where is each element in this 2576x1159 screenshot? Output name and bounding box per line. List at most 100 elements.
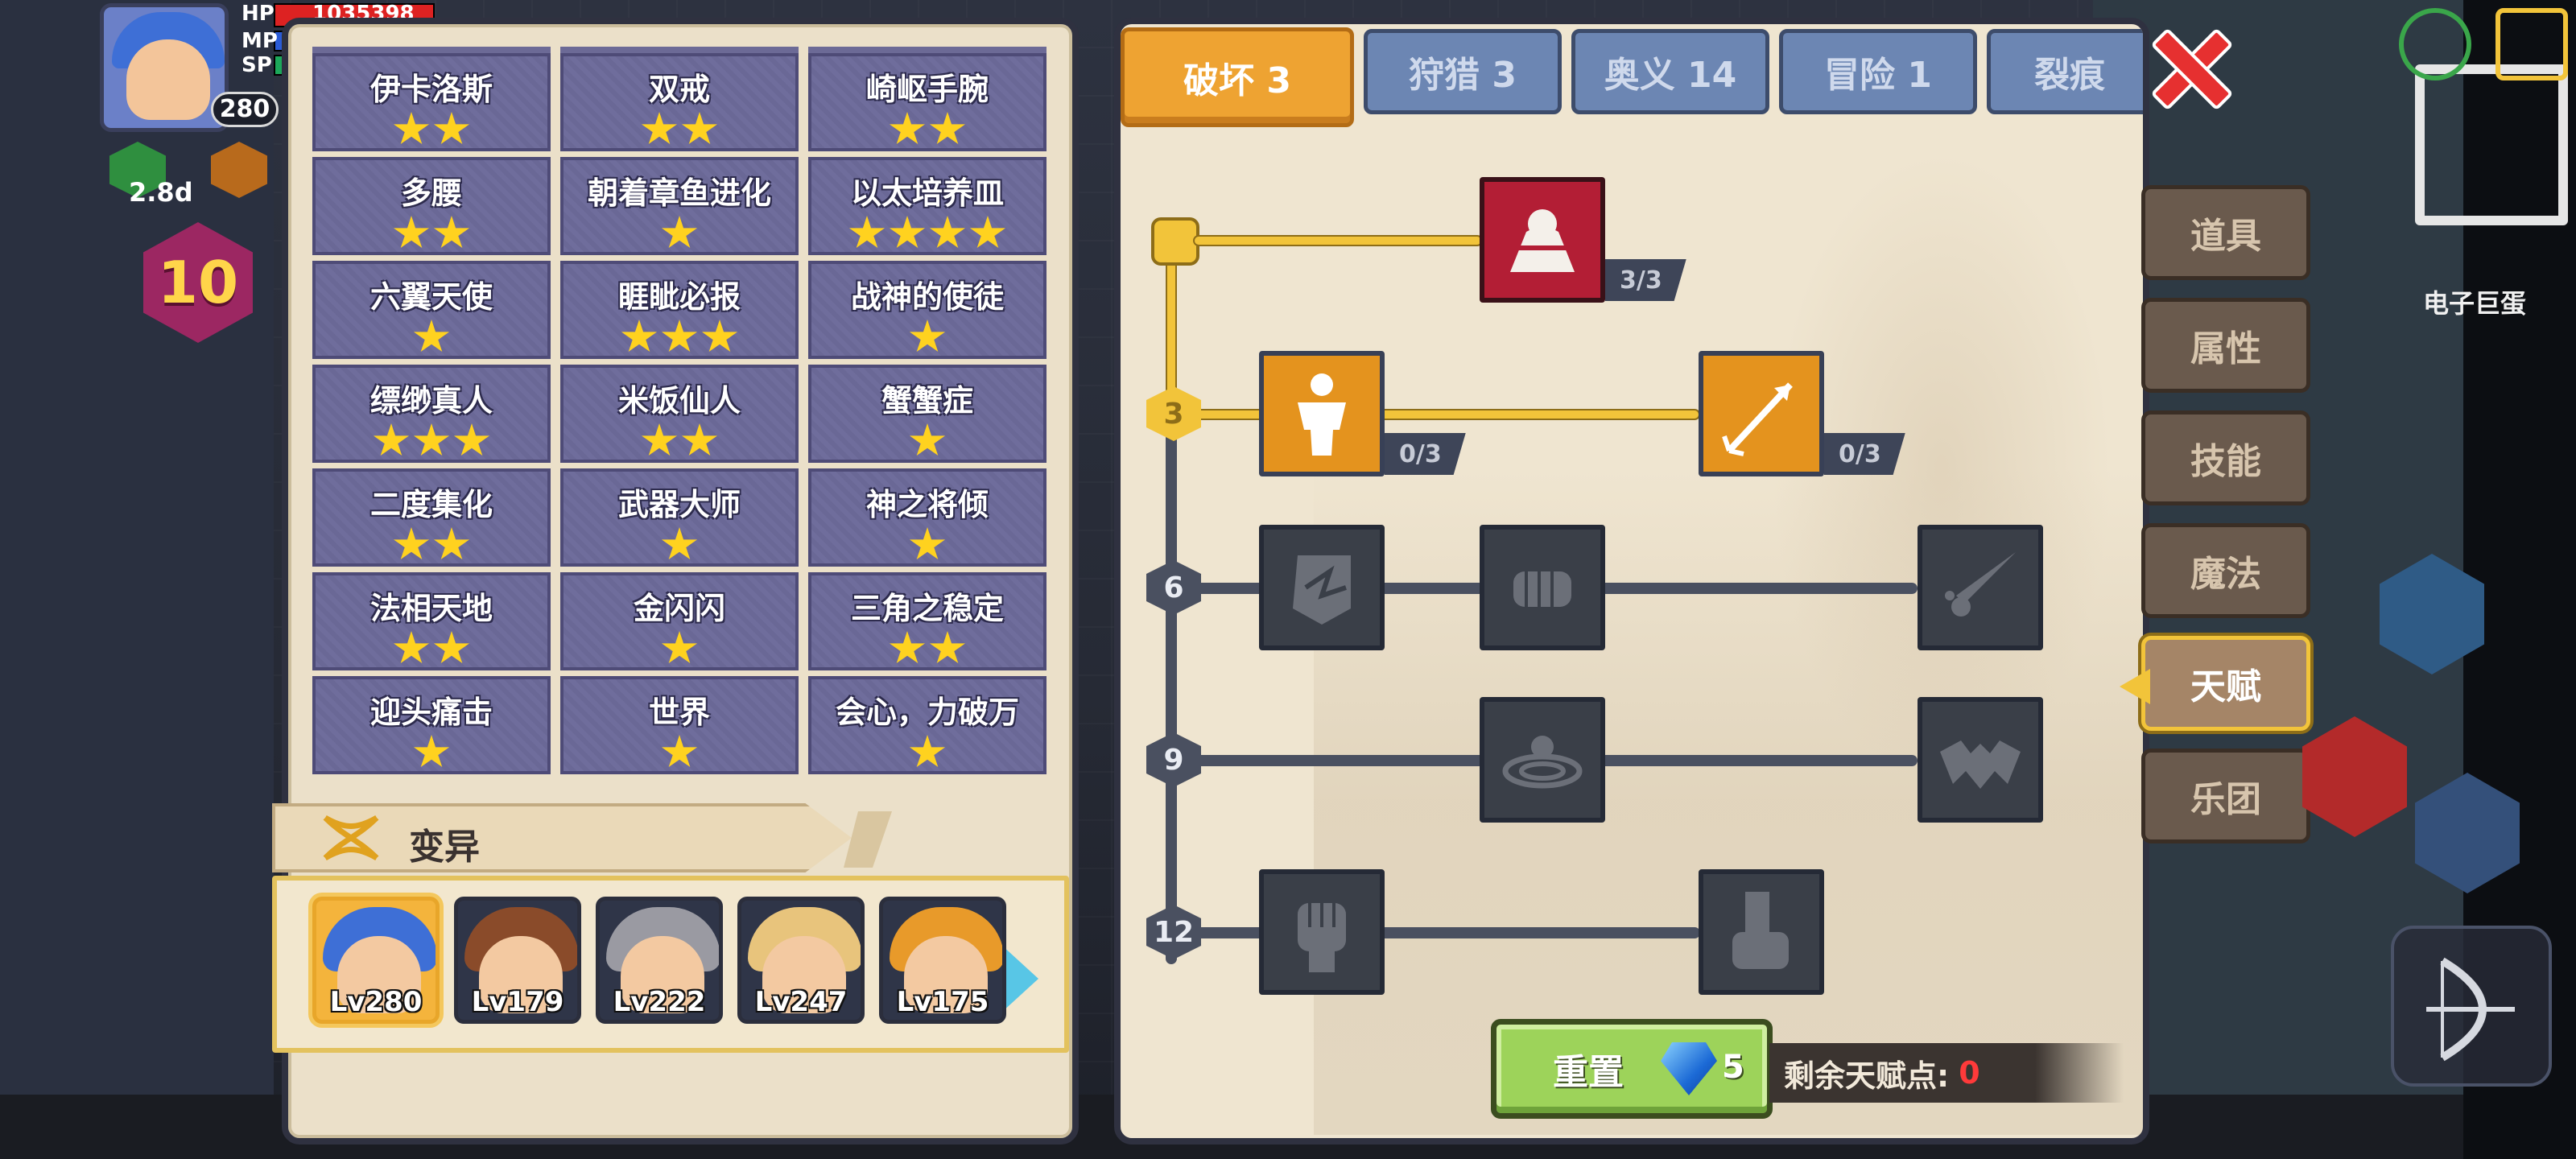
side-menu-item[interactable]: 道具 [2141, 185, 2310, 280]
mutation-cell[interactable]: 三角之稳定 [808, 572, 1046, 670]
star-icon [433, 527, 470, 560]
mutation-name: 米饭仙人 [617, 383, 741, 419]
mutation-cell[interactable]: 会心，力破万 [808, 676, 1046, 774]
bow-attack-button[interactable] [2391, 926, 2552, 1087]
mutation-name: 睚眦必报 [617, 279, 741, 315]
mutation-stars [564, 216, 795, 251]
mutation-cell[interactable]: 多腰 [312, 157, 551, 255]
talent-count-arrow: 0/3 [1824, 433, 1905, 475]
mutation-cell[interactable]: 金闪闪 [560, 572, 799, 670]
close-button[interactable] [2149, 27, 2227, 105]
player-avatar[interactable] [100, 3, 229, 132]
mutation-cell[interactable]: 二度集化 [312, 468, 551, 567]
character-card[interactable]: Lv280 [312, 897, 440, 1024]
star-icon [889, 112, 926, 145]
talent-tabs: 破坏 3 狩猎 3 奥义 14 冒险 1 裂痕 [1121, 24, 2143, 137]
star-icon [413, 735, 450, 768]
character-card[interactable]: Lv247 [737, 897, 865, 1024]
dna-icon [323, 815, 379, 861]
talent-bat[interactable] [1918, 697, 2043, 823]
mutation-name: 崎岖手腕 [865, 72, 989, 107]
npc-label: 电子巨蛋 [2423, 288, 2527, 319]
mutation-name: 二度集化 [369, 487, 493, 522]
talent-arrow[interactable] [1699, 351, 1824, 476]
mutation-name: 双戒 [648, 72, 710, 107]
side-menu-item[interactable]: 魔法 [2141, 523, 2310, 618]
mutation-cell[interactable]: 战神的使徒 [808, 261, 1046, 359]
character-card[interactable]: Lv222 [596, 897, 723, 1024]
mutation-cell[interactable]: 武器大师 [560, 468, 799, 567]
mutation-name: 法相天地 [369, 591, 493, 626]
raised-fist-icon [1298, 903, 1346, 972]
star-icon [929, 631, 966, 664]
mutation-cell[interactable]: 双戒 [560, 53, 799, 151]
tab-1[interactable]: 狩猎 3 [1364, 29, 1562, 114]
tab-2[interactable]: 奥义 14 [1571, 29, 1769, 114]
talent-shield-break[interactable] [1259, 525, 1385, 650]
side-menu-item[interactable]: 乐团 [2141, 749, 2310, 843]
character-card[interactable]: Lv175 [879, 897, 1006, 1024]
fist-punch-icon [1513, 571, 1571, 607]
talent-arm-wrestle[interactable] [1480, 177, 1605, 303]
mutation-cell[interactable]: 迎头痛击 [312, 676, 551, 774]
star-icon [453, 423, 490, 456]
reset-talents-button[interactable]: 重置 5 [1491, 1019, 1773, 1119]
mutation-cell[interactable]: 世界 [560, 676, 799, 774]
talent-count-body: 0/3 [1385, 433, 1466, 475]
mutation-name: 缥缈真人 [369, 383, 493, 419]
side-menu-item[interactable]: 属性 [2141, 298, 2310, 393]
talent-blade-splash[interactable] [1918, 525, 2043, 650]
star-icon [929, 112, 966, 145]
mutation-cell[interactable]: 崎岖手腕 [808, 53, 1046, 151]
banner-tab [844, 811, 892, 868]
talent-fist-punch[interactable] [1480, 525, 1605, 650]
star-icon [433, 216, 470, 249]
mutation-cell[interactable]: 朝着章鱼进化 [560, 157, 799, 255]
reset-label: 重置 [1553, 1052, 1624, 1093]
tab-4[interactable]: 裂痕 [1987, 29, 2143, 114]
mutation-cell[interactable]: 蟹蟹症 [808, 365, 1046, 463]
mutation-stars [316, 631, 547, 666]
tab-0[interactable]: 破坏 3 [1121, 27, 1354, 127]
globe-icon[interactable] [2399, 8, 2471, 80]
mutation-name: 世界 [648, 695, 710, 730]
star-icon [681, 112, 718, 145]
side-menu-item[interactable]: 技能 [2141, 410, 2310, 505]
star-icon [701, 320, 738, 353]
talent-ripple[interactable] [1480, 697, 1605, 823]
side-menu-item[interactable]: 天赋 [2120, 636, 2310, 731]
star-icon [889, 631, 926, 664]
minimap[interactable] [2415, 64, 2568, 225]
mp-label: MP [242, 29, 278, 53]
mutation-cell[interactable]: 伊卡洛斯 [312, 53, 551, 151]
mutation-cell[interactable]: 缥缈真人 [312, 365, 551, 463]
next-character-arrow[interactable] [1001, 945, 1038, 1013]
mutation-stars [316, 527, 547, 563]
mutation-cell[interactable]: 以太培养皿 [808, 157, 1046, 255]
mutation-cell[interactable]: 六翼天使 [312, 261, 551, 359]
mutation-cell[interactable]: 睚眦必报 [560, 261, 799, 359]
character-level: Lv222 [613, 986, 706, 1018]
star-icon [661, 735, 698, 768]
star-icon [909, 320, 946, 353]
character-card[interactable]: Lv179 [454, 897, 581, 1024]
star-icon [433, 631, 470, 664]
mutation-name: 朝着章鱼进化 [587, 175, 771, 211]
exit-icon[interactable] [2496, 8, 2568, 80]
mutation-cell[interactable]: 神之将倾 [808, 468, 1046, 567]
mutation-panel: 伊卡洛斯 双戒 崎岖手腕多腰 朝着章鱼进化 以太培养皿六翼天使 睚眦必报 战神的使徒缥缈真人… [272, 18, 1079, 1145]
mutation-cell[interactable]: 法相天地 [312, 572, 551, 670]
tab-3[interactable]: 冒险 1 [1779, 29, 1977, 114]
tree-root-node [1151, 217, 1199, 266]
star-icon [641, 112, 678, 145]
mutation-cell[interactable]: 米饭仙人 [560, 365, 799, 463]
mutation-section-title: 变异 [409, 827, 480, 868]
branch-root [1193, 235, 1483, 246]
star-icon [889, 216, 926, 249]
star-icon [909, 735, 946, 768]
talent-raised-fist[interactable] [1259, 869, 1385, 995]
arm-wrestle-icon [1510, 209, 1575, 272]
talent-body[interactable] [1259, 351, 1385, 476]
talent-grip[interactable] [1699, 869, 1824, 995]
tier-marker-6: 6 [1146, 560, 1201, 615]
